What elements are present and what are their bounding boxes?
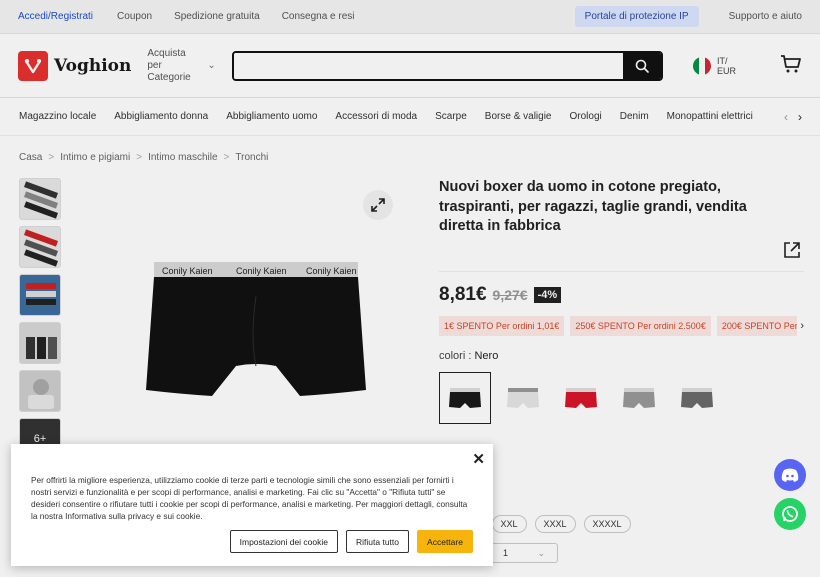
cookie-banner: ✕ Per offrirti la migliore esperienza, u… [11, 444, 493, 566]
cookie-settings-button[interactable]: Impostazioni dei cookie [229, 530, 338, 553]
close-icon[interactable]: ✕ [472, 450, 485, 468]
discord-icon [781, 468, 799, 482]
reject-all-button[interactable]: Rifiuta tutto [346, 530, 409, 553]
cookie-buttons: Impostazioni dei cookie Rifiuta tutto Ac… [229, 530, 473, 553]
whatsapp-icon [782, 506, 798, 522]
cookie-banner-text: Per offrirti la migliore esperienza, uti… [31, 475, 468, 521]
discord-button[interactable] [774, 459, 806, 491]
accept-button[interactable]: Accettare [417, 530, 473, 553]
whatsapp-button[interactable] [774, 498, 806, 530]
